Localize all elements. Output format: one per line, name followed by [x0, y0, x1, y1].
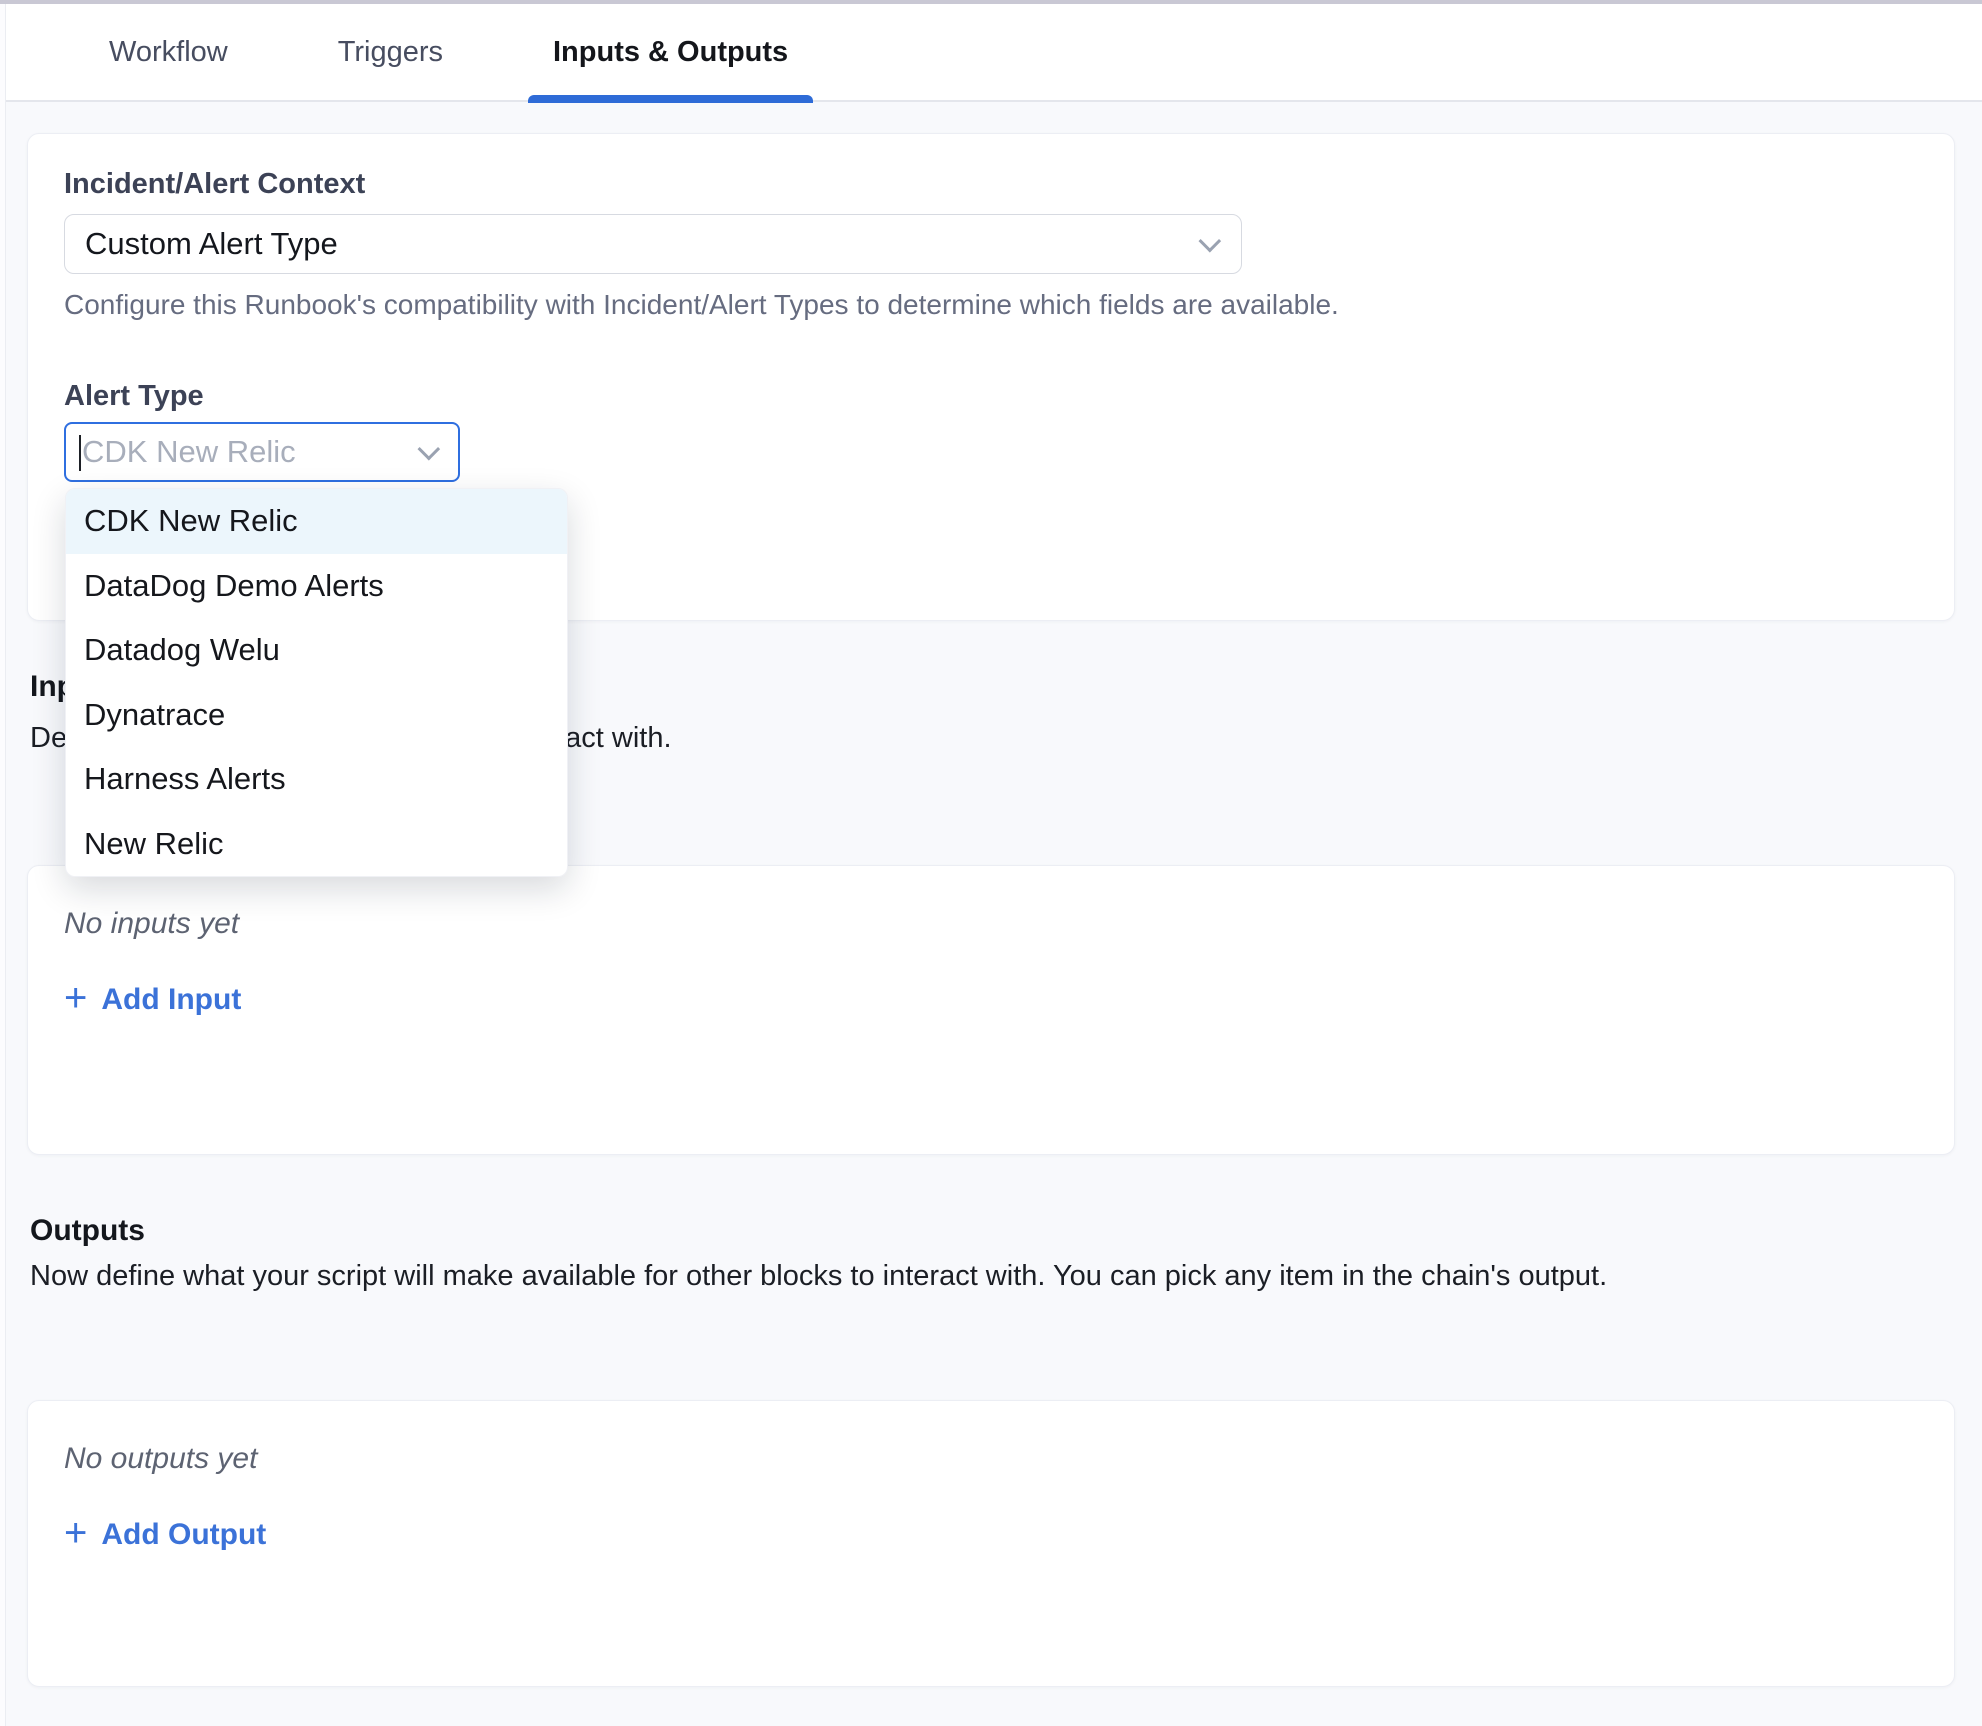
outputs-card: No outputs yet + Add Output — [27, 1400, 1955, 1687]
plus-icon: + — [64, 1513, 87, 1553]
dropdown-option-datadog-demo-alerts[interactable]: DataDog Demo Alerts — [66, 554, 567, 619]
alert-type-combobox-wrapper: CDK New Relic DataDog Demo Alerts Datado… — [64, 422, 460, 482]
incident-alert-context-label: Incident/Alert Context — [64, 166, 1918, 202]
tab-bar: Workflow Triggers Inputs & Outputs — [0, 4, 1982, 102]
chevron-down-icon — [418, 438, 441, 461]
dropdown-option-cdk-new-relic[interactable]: CDK New Relic — [66, 489, 567, 554]
add-input-button[interactable]: + Add Input — [64, 978, 241, 1022]
add-input-label: Add Input — [101, 978, 241, 1022]
alert-type-dropdown: CDK New Relic DataDog Demo Alerts Datado… — [65, 488, 568, 877]
dropdown-option-harness-alerts[interactable]: Harness Alerts — [66, 747, 567, 812]
alert-type-input[interactable] — [82, 434, 418, 470]
incident-alert-context-select[interactable]: Custom Alert Type — [64, 214, 1242, 274]
inputs-card: No inputs yet + Add Input — [27, 865, 1955, 1155]
dropdown-option-new-relic[interactable]: New Relic — [66, 812, 567, 877]
chevron-down-icon — [1199, 230, 1222, 253]
alert-context-card: Incident/Alert Context Custom Alert Type… — [27, 133, 1955, 621]
left-panel-edge — [0, 4, 6, 1726]
context-helper-text: Configure this Runbook's compatibility w… — [64, 288, 1918, 322]
tab-inputs-outputs[interactable]: Inputs & Outputs — [528, 3, 813, 101]
tab-triggers[interactable]: Triggers — [313, 3, 468, 101]
outputs-section-header: Outputs Now define what your script will… — [27, 1213, 1955, 1293]
alert-type-combobox[interactable] — [64, 422, 460, 482]
plus-icon: + — [64, 978, 87, 1018]
no-inputs-text: No inputs yet — [64, 906, 1918, 942]
outputs-description: Now define what your script will make av… — [30, 1259, 1955, 1293]
add-output-button[interactable]: + Add Output — [64, 1513, 266, 1557]
page-content: Incident/Alert Context Custom Alert Type… — [0, 133, 1982, 1687]
dropdown-option-datadog-welu[interactable]: Datadog Welu — [66, 618, 567, 683]
selected-context-value: Custom Alert Type — [85, 226, 1199, 262]
text-cursor — [79, 435, 81, 471]
alert-type-label: Alert Type — [64, 378, 1918, 414]
tab-workflow[interactable]: Workflow — [84, 3, 253, 101]
add-output-label: Add Output — [101, 1513, 266, 1557]
outputs-title: Outputs — [30, 1213, 1955, 1249]
dropdown-option-dynatrace[interactable]: Dynatrace — [66, 683, 567, 748]
no-outputs-text: No outputs yet — [64, 1441, 1918, 1477]
